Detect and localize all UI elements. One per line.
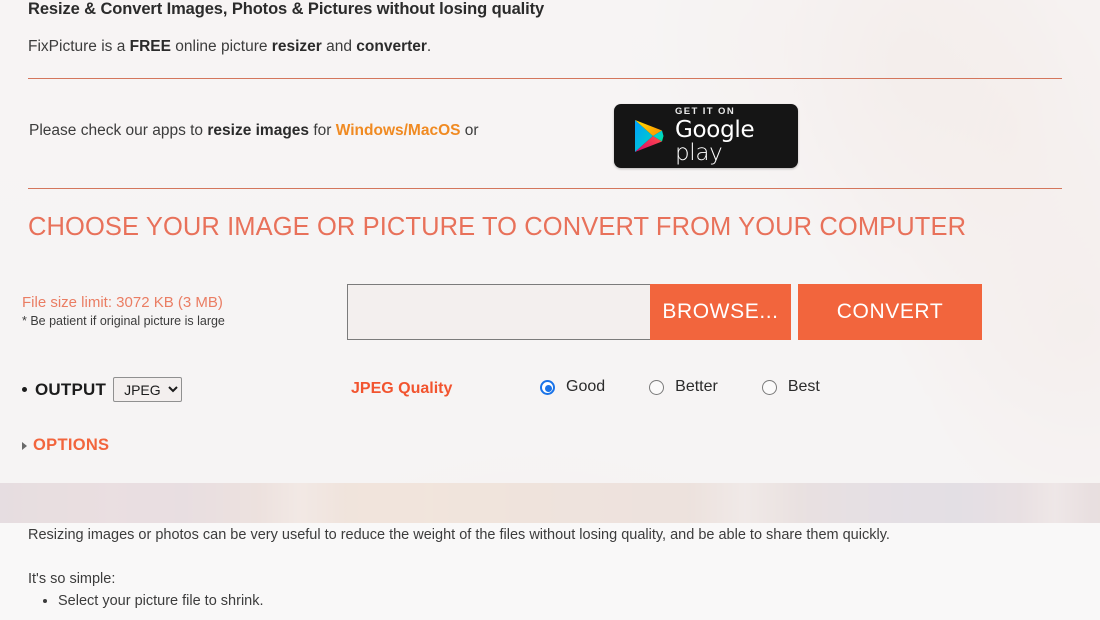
- section-heading: CHOOSE YOUR IMAGE OR PICTURE TO CONVERT …: [28, 213, 967, 241]
- quality-label-good: Good: [566, 378, 606, 395]
- tagline-mid: online picture: [170, 38, 272, 55]
- page-root: Resize & Convert Images, Photos & Pictur…: [0, 0, 1100, 620]
- tagline-resizer: resizer: [271, 38, 322, 55]
- body-copy: Resizing images or photos can be very us…: [28, 524, 1028, 612]
- apps-for: for: [309, 122, 336, 139]
- page-title: Resize & Convert Images, Photos & Pictur…: [28, 0, 545, 18]
- jpeg-quality-label: JPEG Quality: [351, 380, 453, 397]
- radio-icon-better[interactable]: [649, 379, 665, 395]
- body-paragraph-2: It's so simple:: [28, 571, 116, 587]
- list-item: Select your picture file to shrink.: [58, 590, 1028, 612]
- body-list: Select your picture file to shrink.: [28, 590, 1028, 612]
- google-play-word-play-text: play: [675, 140, 723, 167]
- tagline: FixPicture is a FREE online picture resi…: [28, 38, 431, 56]
- output-format-select[interactable]: JPEG: [113, 377, 183, 402]
- file-size-limit-text: File size limit: 3072 KB (3 MB): [22, 294, 223, 311]
- tagline-free: FREE: [129, 38, 171, 55]
- jpeg-quality-radio-group: Good Better Best: [540, 378, 820, 396]
- google-play-icon: [635, 120, 664, 152]
- output-row: OUTPUT JPEG: [22, 377, 183, 402]
- apps-prefix: Please check our apps to: [29, 122, 208, 139]
- radio-icon-good[interactable]: [540, 379, 555, 395]
- apps-resize-images: resize images: [207, 122, 310, 139]
- divider-bottom: [28, 188, 1062, 189]
- file-limit-block: File size limit: 3072 KB (3 MB) * Be pat…: [22, 294, 332, 328]
- output-label: OUTPUT: [35, 379, 107, 399]
- caret-right-icon: [22, 441, 27, 450]
- radio-icon-best[interactable]: [761, 379, 777, 395]
- google-play-brand: Google play: [675, 119, 798, 165]
- tagline-end: .: [426, 38, 432, 55]
- browse-button[interactable]: BROWSE...: [650, 284, 791, 340]
- quality-label-best: Best: [787, 378, 820, 395]
- tagline-and: and: [321, 38, 357, 55]
- apps-or: or: [460, 122, 479, 139]
- google-play-get-it-on: GET IT ON: [675, 105, 736, 117]
- apps-platform-link[interactable]: Windows/MacOS: [336, 122, 461, 139]
- options-label: OPTIONS: [33, 436, 110, 454]
- file-path-input[interactable]: [347, 284, 650, 340]
- file-limit-note: * Be patient if original picture is larg…: [22, 314, 225, 328]
- tagline-prefix: FixPicture is a: [28, 38, 130, 55]
- google-play-badge[interactable]: GET IT ON Google play: [614, 104, 798, 168]
- convert-button[interactable]: CONVERT: [798, 284, 982, 340]
- apps-promo-text: Please check our apps to resize images f…: [29, 122, 479, 140]
- quality-label-better: Better: [675, 378, 718, 395]
- tagline-converter: converter: [356, 38, 427, 55]
- divider-top: [28, 78, 1062, 79]
- google-play-text: GET IT ON Google play: [675, 107, 798, 166]
- quality-option-good[interactable]: Good: [540, 378, 605, 396]
- quality-option-best[interactable]: Best: [761, 378, 820, 396]
- bullet-icon: [22, 387, 27, 392]
- body-paragraph-1: Resizing images or photos can be very us…: [28, 527, 890, 543]
- options-toggle[interactable]: OPTIONS: [22, 436, 109, 455]
- quality-option-better[interactable]: Better: [649, 378, 718, 396]
